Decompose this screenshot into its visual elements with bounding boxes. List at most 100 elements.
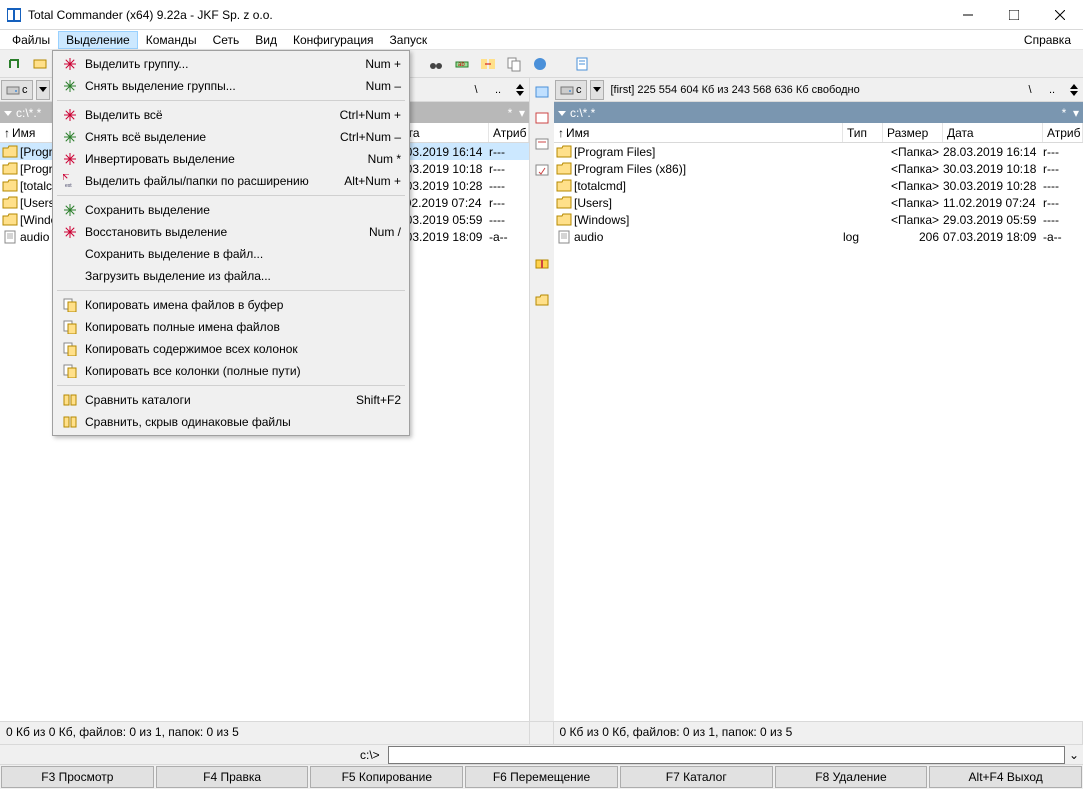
f6-button[interactable]: F6 Перемещение xyxy=(465,766,618,788)
tool2-icon[interactable] xyxy=(28,53,52,75)
menu-item[interactable]: Копировать полные имена файлов xyxy=(55,316,407,338)
right-col-size[interactable]: Размер xyxy=(883,123,943,142)
binoculars-icon[interactable] xyxy=(424,53,448,75)
f5-button[interactable]: F5 Копирование xyxy=(310,766,463,788)
right-file-list[interactable]: [Program Files]<Папка>28.03.2019 16:14r-… xyxy=(554,143,1083,721)
menu-item-icon xyxy=(61,392,79,408)
mid-folder-icon[interactable] xyxy=(532,290,552,310)
menu-item[interactable]: Снять всё выделениеCtrl+Num – xyxy=(55,126,407,148)
file-row[interactable]: [totalcmd]<Папка>30.03.2019 10:28---- xyxy=(554,177,1083,194)
maximize-button[interactable] xyxy=(991,0,1037,30)
file-row[interactable]: [Program Files]<Папка>28.03.2019 16:14r-… xyxy=(554,143,1083,160)
menu-item[interactable]: ansform="translate(7,7)">extВыделить фай… xyxy=(55,170,407,192)
right-up-button[interactable]: .. xyxy=(1044,82,1060,98)
svg-text:ab: ab xyxy=(458,62,465,68)
f7-button[interactable]: F7 Каталог xyxy=(620,766,773,788)
file-row[interactable]: [Program Files (x86)]<Папка>30.03.2019 1… xyxy=(554,160,1083,177)
right-path-bar[interactable]: c:\*.* * ▾ xyxy=(554,102,1083,123)
menu-item-label: Копировать полные имена файлов xyxy=(85,320,401,334)
menu-item[interactable]: Выделить всёCtrl+Num + xyxy=(55,104,407,126)
mid-icon-4[interactable] xyxy=(532,160,552,180)
menu-item-icon xyxy=(61,107,79,123)
menu-item-label: Восстановить выделение xyxy=(85,225,369,239)
right-root-button[interactable]: \ xyxy=(1022,82,1038,98)
menu-item[interactable]: Копировать все колонки (полные пути) xyxy=(55,360,407,382)
menu-item[interactable]: Загрузить выделение из файла... xyxy=(55,265,407,287)
mid-icon-1[interactable] xyxy=(532,82,552,102)
menu-item[interactable]: Восстановить выделениеNum / xyxy=(55,221,407,243)
right-drive-dropdown[interactable] xyxy=(590,80,604,100)
file-row[interactable]: [Windows]<Папка>29.03.2019 05:59---- xyxy=(554,211,1083,228)
left-up-button[interactable]: .. xyxy=(490,82,506,98)
menu-item[interactable]: Копировать имена файлов в буфер xyxy=(55,294,407,316)
menu-item-icon xyxy=(61,78,79,94)
mid-icon-2[interactable] xyxy=(532,108,552,128)
right-col-type[interactable]: Тип xyxy=(843,123,883,142)
menu-item[interactable]: Снять выделение группы...Num – xyxy=(55,75,407,97)
file-type: log xyxy=(843,230,883,244)
chevron-down-icon xyxy=(4,109,12,117)
file-attr: r--- xyxy=(489,196,529,210)
left-updown-icon[interactable] xyxy=(512,82,528,98)
f4-button[interactable]: F4 Правка xyxy=(156,766,309,788)
menu-files[interactable]: Файлы xyxy=(4,31,58,49)
file-date: 30.03.2019 10:18 xyxy=(943,162,1043,176)
file-attr: r--- xyxy=(489,145,529,159)
rename-icon[interactable]: ab xyxy=(450,53,474,75)
menu-item-label: Копировать содержимое всех колонок xyxy=(85,342,401,356)
f8-button[interactable]: F8 Удаление xyxy=(775,766,928,788)
menu-item[interactable]: Инвертировать выделениеNum * xyxy=(55,148,407,170)
menu-item[interactable]: Выделить группу...Num + xyxy=(55,53,407,75)
menu-view[interactable]: Вид xyxy=(247,31,285,49)
menu-start[interactable]: Запуск xyxy=(382,31,436,49)
file-name: [Users] xyxy=(574,196,843,210)
menu-item[interactable]: Сохранить выделение xyxy=(55,199,407,221)
menu-item-icon xyxy=(61,56,79,72)
menu-item-icon xyxy=(61,202,79,218)
left-col-attr[interactable]: Атриб xyxy=(489,123,529,142)
menu-net[interactable]: Сеть xyxy=(205,31,248,49)
right-path: c:\*.* xyxy=(570,106,595,120)
file-row[interactable]: [Users]<Папка>11.02.2019 07:24r--- xyxy=(554,194,1083,211)
menu-item[interactable]: Копировать содержимое всех колонок xyxy=(55,338,407,360)
right-col-name[interactable]: ↑Имя xyxy=(554,123,843,142)
ftp-icon[interactable] xyxy=(528,53,552,75)
menu-item-label: Выделить файлы/папки по расширению xyxy=(85,174,344,188)
left-root-button[interactable]: \ xyxy=(468,82,484,98)
left-drive-button[interactable]: c xyxy=(1,80,33,100)
right-favorites-button[interactable]: * ▾ xyxy=(1062,106,1079,120)
f3-button[interactable]: F3 Просмотр xyxy=(1,766,154,788)
left-drive-dropdown[interactable] xyxy=(36,80,50,100)
mid-icon-3[interactable] xyxy=(532,134,552,154)
file-name: [Windows] xyxy=(574,213,843,227)
refresh-icon[interactable] xyxy=(2,53,26,75)
mid-gift-icon[interactable] xyxy=(532,252,552,272)
status-bar: 0 Кб из 0 Кб, файлов: 0 из 1, папок: 0 и… xyxy=(0,721,1083,744)
command-input[interactable] xyxy=(388,746,1065,764)
right-col-date[interactable]: Дата xyxy=(943,123,1043,142)
menu-help[interactable]: Справка xyxy=(1016,31,1079,49)
menu-item[interactable]: Сравнить каталогиShift+F2 xyxy=(55,389,407,411)
menu-item[interactable]: Сравнить, скрыв одинаковые файлы xyxy=(55,411,407,433)
altf4-button[interactable]: Alt+F4 Выход xyxy=(929,766,1082,788)
file-row[interactable]: audiolog20607.03.2019 18:09-a-- xyxy=(554,228,1083,245)
left-path: c:\*.* xyxy=(16,106,41,120)
menu-item[interactable]: Сохранить выделение в файл... xyxy=(55,243,407,265)
menu-item-label: Сравнить каталоги xyxy=(85,393,356,407)
menu-config[interactable]: Конфигурация xyxy=(285,31,382,49)
menu-selection[interactable]: Выделение xyxy=(58,31,138,49)
sync-icon[interactable] xyxy=(476,53,500,75)
right-col-attr[interactable]: Атриб xyxy=(1043,123,1083,142)
copy-icon[interactable] xyxy=(502,53,526,75)
folder-icon xyxy=(2,178,18,194)
close-button[interactable] xyxy=(1037,0,1083,30)
left-favorites-button[interactable]: * ▾ xyxy=(508,106,525,120)
notepad-icon[interactable] xyxy=(570,53,594,75)
menu-commands[interactable]: Команды xyxy=(138,31,205,49)
right-headers: ↑Имя Тип Размер Дата Атриб xyxy=(554,123,1083,143)
command-dropdown-icon[interactable]: ⌄ xyxy=(1065,748,1083,762)
right-drive-button[interactable]: c xyxy=(555,80,587,100)
minimize-button[interactable] xyxy=(945,0,991,30)
folder-icon xyxy=(2,161,18,177)
right-updown-icon[interactable] xyxy=(1066,82,1082,98)
